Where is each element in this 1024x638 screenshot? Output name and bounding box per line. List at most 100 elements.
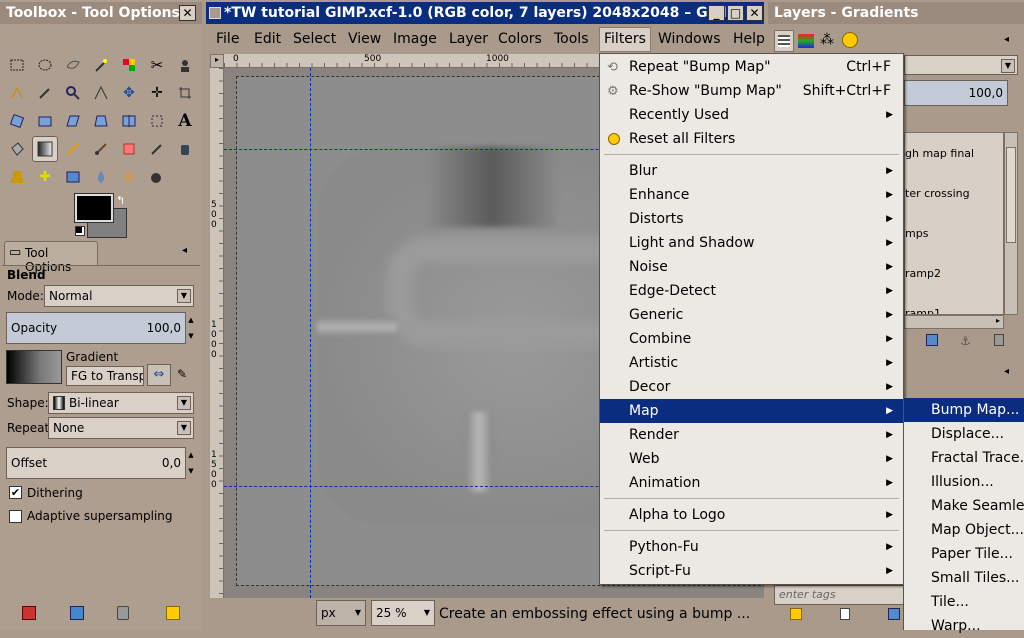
submenu-item-make-seamless[interactable]: Make Seamless [904,494,1024,518]
measure-icon[interactable] [90,82,112,104]
menu-item-generic[interactable]: Generic ▶ [600,303,903,327]
tab-menu-icon[interactable]: ◂ [182,245,187,256]
scrollbar-thumb[interactable] [1006,147,1016,243]
menu-item-animation[interactable]: Animation ▶ [600,471,903,495]
foreground-color-swatch[interactable] [74,193,114,223]
heal-icon[interactable]: ✚ [34,166,56,188]
unit-dropdown[interactable]: px ▼ [316,600,366,626]
menu-colors[interactable]: Colors [498,30,542,48]
blur-icon[interactable] [90,166,112,188]
menu-item-edge-detect[interactable]: Edge-Detect ▶ [600,279,903,303]
move-icon[interactable]: ✥ [118,82,140,104]
menu-file[interactable]: File [216,30,239,48]
submenu-item-warp[interactable]: Warp... [904,614,1024,638]
menu-tools[interactable]: Tools [554,30,589,48]
submenu-item-tile[interactable]: Tile... [904,590,1024,614]
repeat-dropdown[interactable]: None ▼ [48,417,194,439]
ellipse-select-icon[interactable] [34,54,56,76]
text-icon[interactable]: A [174,110,196,132]
layers-scrollbar[interactable] [1004,132,1018,315]
edit-gradient-icon[interactable]: ✎ [177,367,187,381]
adaptive-supersampling-checkbox[interactable] [9,510,22,523]
rotate-icon[interactable] [6,110,28,132]
crop-icon[interactable] [174,82,196,104]
menu-item-noise[interactable]: Noise ▶ [600,255,903,279]
vertical-ruler[interactable]: 5 0 0 1 0 0 0 1 5 0 0 [210,68,224,598]
tags-input[interactable]: enter tags [774,585,904,605]
scale-icon[interactable] [34,110,56,132]
opacity-spinner[interactable]: ▲ ▼ [186,312,196,344]
menu-item-blur[interactable]: Blur ▶ [600,159,903,183]
layer-name[interactable]: mps [905,227,928,240]
ink-icon[interactable] [174,138,196,160]
gradient-preview[interactable] [6,350,62,384]
tab-menu-icon[interactable]: ◂ [1004,34,1009,45]
menu-item-distorts[interactable]: Distorts ▶ [600,207,903,231]
tab-tool-options[interactable]: ▭ Tool Options [4,241,98,274]
fuzzy-select-icon[interactable] [90,54,112,76]
tab-menu-icon[interactable]: ◂ [1004,366,1009,377]
submenu-item-illusion[interactable]: Illusion... [904,470,1024,494]
menu-item-python-fu[interactable]: Python-Fu ▶ [600,535,903,559]
save-options-icon[interactable] [22,606,36,620]
duplicate-gradient-icon[interactable] [888,608,900,620]
menu-item-script-fu[interactable]: Script-Fu ▶ [600,559,903,583]
offset-spinner[interactable]: ▲ ▼ [186,447,196,479]
foreground-select-icon[interactable] [174,54,196,76]
mode-dropdown[interactable]: Normal ▼ [44,285,194,307]
smudge-icon[interactable] [118,166,140,188]
align-icon[interactable]: ✛ [146,82,168,104]
menu-item-web[interactable]: Web ▶ [600,447,903,471]
menu-item-map[interactable]: Map ▶ [600,399,903,423]
color-picker-icon[interactable] [34,82,56,104]
perspective-icon[interactable] [90,110,112,132]
scissors-icon[interactable]: ✂ [146,54,168,76]
tab-layers[interactable] [774,30,794,52]
maximize-button[interactable]: □ [727,5,744,21]
menu-item-combine[interactable]: Combine ▶ [600,327,903,351]
menu-edit[interactable]: Edit [254,30,281,48]
menu-item-artistic[interactable]: Artistic ▶ [600,351,903,375]
dodge-burn-icon[interactable] [146,166,168,188]
minimize-button[interactable]: _ [708,5,725,21]
blend-tool-icon[interactable] [32,136,58,162]
swap-colors-icon[interactable]: ↰ [116,194,125,207]
menu-item-recently-used[interactable]: Recently Used ▶ [600,103,903,127]
undo-history-icon[interactable] [842,32,858,48]
delete-layer-icon[interactable] [994,334,1004,346]
menu-filters[interactable]: Filters [599,27,651,52]
layer-opacity-slider[interactable]: 100,0 [904,80,1008,106]
offset-slider[interactable]: Offset 0,0 [6,447,186,479]
horizontal-scrollbar[interactable]: ▸ [904,315,1004,329]
menu-image[interactable]: Image [393,30,437,48]
paintbrush-icon[interactable] [90,138,112,160]
image-window-titlebar[interactable]: *TW tutorial GIMP.xcf-1.0 (RGB color, 7 … [206,2,764,24]
paths-tab-icon[interactable]: ⁂ [820,32,834,48]
reverse-gradient-icon[interactable]: ⇔ [147,364,171,386]
zoom-dropdown[interactable]: 25 % ▼ [371,600,435,626]
toolbox-close-button[interactable]: ✕ [179,5,196,21]
menu-select[interactable]: Select [293,30,336,48]
menu-item-decor[interactable]: Decor ▶ [600,375,903,399]
shear-icon[interactable] [62,110,84,132]
delete-options-icon[interactable] [117,606,129,620]
paths-icon[interactable] [6,82,28,104]
pencil-icon[interactable] [62,138,84,160]
menu-item-repeat-bump-map[interactable]: ⟲ Repeat "Bump Map" Ctrl+F [600,55,903,79]
menu-item-light-and-shadow[interactable]: Light and Shadow ▶ [600,231,903,255]
toolbox-titlebar[interactable]: Toolbox - Tool Options [0,2,202,24]
submenu-item-map-object[interactable]: Map Object... [904,518,1024,542]
perspective-clone-icon[interactable] [62,166,84,188]
layers-list[interactable]: gh map final ter crossing mps ramp2 ramp… [904,132,1004,315]
menu-help[interactable]: Help [733,30,765,48]
shape-dropdown[interactable]: Bi-linear ▼ [48,392,194,414]
menu-layer[interactable]: Layer [449,30,488,48]
layer-name[interactable]: ramp1 [905,307,941,314]
clone-icon[interactable] [6,166,28,188]
layer-name[interactable]: ramp2 [905,267,941,280]
bucket-fill-icon[interactable] [6,138,28,160]
select-by-color-icon[interactable] [118,54,140,76]
menu-view[interactable]: View [348,30,381,48]
menu-item-reset-all-filters[interactable]: Reset all Filters [600,127,903,151]
layers-titlebar[interactable]: Layers - Gradients [768,2,1024,24]
